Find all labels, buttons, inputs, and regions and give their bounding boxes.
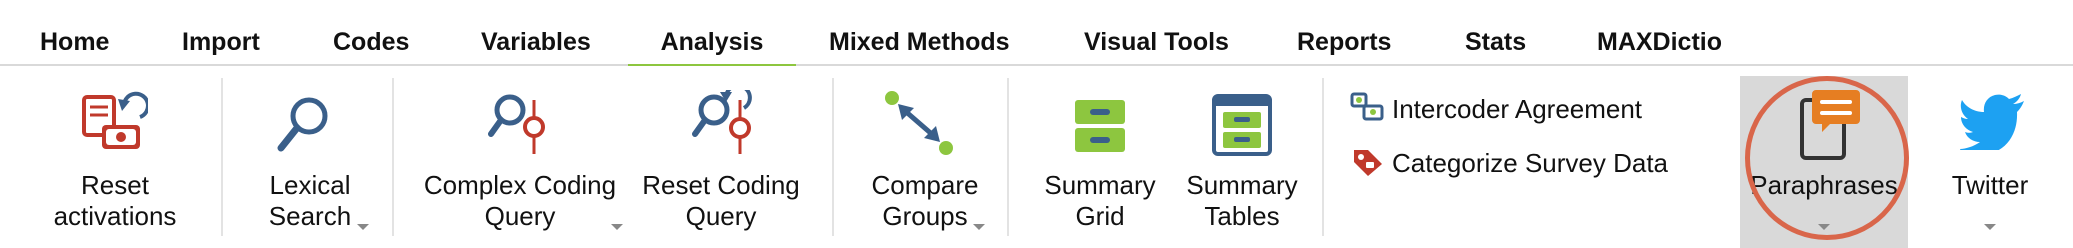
intercoder-agreement-button[interactable]: Intercoder Agreement [1350,88,1680,128]
lexical-search-button[interactable]: Lexical Search [235,66,385,248]
summary-tables-icon [1212,94,1272,156]
reset-coding-query-label-1: Reset Coding [642,170,800,200]
reset-activations-icon [82,91,148,149]
tab-home[interactable]: Home [40,28,109,64]
complex-coding-query-button[interactable]: Complex Coding Query [410,66,630,248]
compare-groups-label-1: Compare [871,170,979,200]
ribbon-separator [221,78,223,236]
tab-variables[interactable]: Variables [481,28,591,64]
chevron-down-icon[interactable] [973,224,985,230]
twitter-label: Twitter [1951,170,2029,200]
tab-maxdictio[interactable]: MAXDictio [1597,28,1722,64]
tab-stats[interactable]: Stats [1465,28,1526,64]
tab-reports[interactable]: Reports [1297,28,1391,64]
ribbon-separator [1322,78,1324,236]
highlight-circle [1745,76,1909,240]
tab-import[interactable]: Import [182,28,260,64]
reset-activations-label-1: Reset [81,170,149,200]
twitter-bird-icon [1960,94,2024,150]
menu-tab-bar: Home Import Codes Variables Analysis Mix… [0,0,2073,70]
complex-coding-query-label-2: Query [484,201,556,231]
summary-grid-label-2: Grid [1075,201,1125,231]
summary-tables-label-1: Summary [1186,170,1298,200]
chevron-down-icon[interactable] [611,224,623,230]
summary-grid-button[interactable]: Summary Grid [1030,66,1170,248]
chevron-down-icon[interactable] [357,224,369,230]
reset-coding-query-label-2: Query [685,201,757,231]
complex-coding-query-label-1: Complex Coding [423,170,617,200]
categorize-survey-data-button[interactable]: Categorize Survey Data [1350,142,1680,182]
tab-mixed-methods[interactable]: Mixed Methods [829,28,1010,64]
summary-tables-label-2: Tables [1204,201,1280,231]
lexical-search-label-1: Lexical [269,170,351,200]
reset-activations-label-2: activations [53,201,177,231]
summary-grid-icon [1075,100,1125,152]
reset-coding-query-button[interactable]: Reset Coding Query [636,66,806,248]
intercoder-agreement-label: Intercoder Agreement [1392,94,1643,124]
tag-icon [1354,150,1382,176]
ribbon-separator [1007,78,1009,236]
reset-activations-button[interactable]: Reset activations [20,66,210,248]
coding-query-icon [488,94,545,154]
ribbon-separator [832,78,834,236]
chevron-down-icon[interactable] [1984,224,1996,230]
summary-tables-button[interactable]: Summary Tables [1172,66,1312,248]
analysis-ribbon: Reset activations Lexical Search Complex… [0,66,2073,248]
tab-codes[interactable]: Codes [333,28,409,64]
reset-coding-query-icon [692,90,752,154]
intercoder-agreement-icon [1350,92,1384,121]
tab-analysis[interactable]: Analysis [628,28,796,70]
tab-visual-tools[interactable]: Visual Tools [1084,28,1229,64]
ribbon-separator [392,78,394,236]
magnifier-icon [277,97,328,152]
categorize-survey-data-label: Categorize Survey Data [1392,148,1669,178]
twitter-button[interactable]: Twitter [1920,66,2060,248]
summary-grid-label-1: Summary [1044,170,1156,200]
compare-groups-button[interactable]: Compare Groups [850,66,1000,248]
compare-groups-icon [885,91,953,155]
